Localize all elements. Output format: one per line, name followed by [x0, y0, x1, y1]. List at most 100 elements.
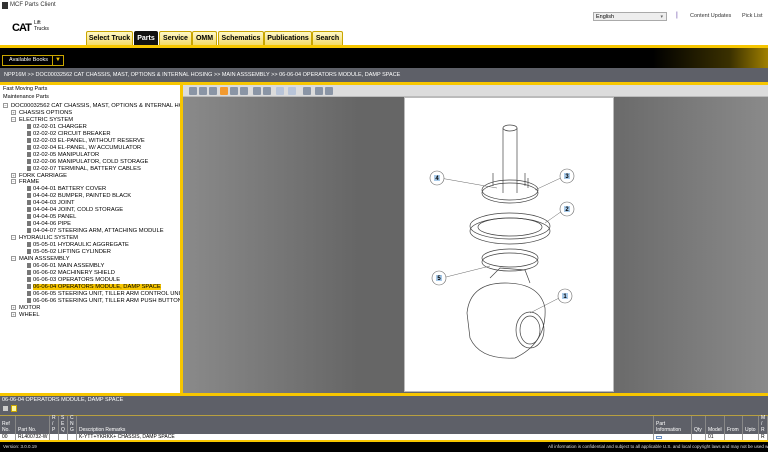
- column-header[interactable]: M / R: [759, 415, 768, 434]
- tab-publications[interactable]: Publications: [264, 31, 312, 46]
- part-info-icon[interactable]: [656, 436, 662, 439]
- tree-item[interactable]: 02-02-07 TERMINAL, BATTERY CABLES: [27, 165, 141, 173]
- column-header[interactable]: R / P: [50, 415, 59, 434]
- document-icon[interactable]: [27, 151, 31, 157]
- document-icon[interactable]: [27, 130, 31, 136]
- tree-item[interactable]: 04-04-06 PIPE: [27, 221, 71, 228]
- column-header[interactable]: Upto: [743, 416, 759, 434]
- column-header[interactable]: Part Information: [654, 416, 692, 434]
- zoom-area-icon[interactable]: [240, 87, 248, 95]
- print-icon[interactable]: [3, 406, 8, 411]
- zoom-fit-icon[interactable]: [189, 87, 197, 95]
- tab-search[interactable]: Search: [312, 31, 343, 46]
- document-icon[interactable]: [27, 207, 31, 213]
- tree-item[interactable]: 02-02-06 MANIPULATOR, COLD STORAGE: [27, 158, 148, 166]
- tree-item[interactable]: − ELECTRIC SYSTEM: [11, 116, 73, 124]
- tree-item[interactable]: 02-02-03 EL-PANEL, WITHOUT RESERVE: [27, 137, 145, 145]
- save-icon[interactable]: [263, 87, 271, 95]
- tree-item[interactable]: 02-02-05 MANIPULATOR: [27, 151, 99, 159]
- document-icon[interactable]: [27, 248, 31, 254]
- maintenance-parts-link[interactable]: Maintenance Parts: [3, 94, 49, 100]
- tree-item[interactable]: + CHASSIS OPTIONS: [11, 109, 72, 117]
- tree-item[interactable]: 06-06-04 OPERATORS MODULE, DAMP SPACE: [27, 283, 161, 291]
- column-header[interactable]: Ref No.: [0, 416, 16, 434]
- document-icon[interactable]: [27, 221, 31, 227]
- document-icon[interactable]: [27, 228, 31, 234]
- tab-select-truck[interactable]: Select Truck: [86, 31, 133, 46]
- exploded-drawing[interactable]: 1 2 3 4 5: [404, 97, 614, 392]
- callout-1[interactable]: 1: [557, 288, 573, 304]
- tree-item[interactable]: + WHEEL: [11, 311, 40, 319]
- tab-omm[interactable]: OMM: [192, 31, 217, 46]
- collapse-icon[interactable]: −: [11, 235, 16, 241]
- expand-icon[interactable]: +: [11, 109, 16, 115]
- pan-icon[interactable]: [220, 87, 228, 95]
- column-header[interactable]: Qty: [692, 416, 706, 434]
- collapse-icon[interactable]: −: [3, 103, 8, 108]
- tree-item[interactable]: 02-02-01 CHARGER: [27, 123, 87, 131]
- collapse-icon[interactable]: −: [11, 255, 16, 261]
- tree-item[interactable]: 06-06-01 MAIN ASSEMBLY: [27, 262, 104, 270]
- tree-item[interactable]: − FRAME: [11, 179, 39, 186]
- tab-schematics[interactable]: Schematics: [218, 31, 264, 46]
- available-books-dropdown[interactable]: Available Books ▼: [2, 55, 64, 66]
- document-icon[interactable]: [27, 297, 31, 303]
- fit-width-icon[interactable]: [199, 87, 207, 95]
- content-updates-link[interactable]: Content Updates: [690, 13, 731, 19]
- document-icon[interactable]: [27, 262, 31, 268]
- callout-3[interactable]: 3: [559, 168, 575, 184]
- tree-item[interactable]: 06-06-03 OPERATORS MODULE: [27, 276, 120, 284]
- document-icon[interactable]: [27, 200, 31, 206]
- document-icon[interactable]: [27, 276, 31, 282]
- document-icon[interactable]: [27, 269, 31, 275]
- expand-icon[interactable]: +: [11, 172, 16, 178]
- document-icon[interactable]: [27, 214, 31, 220]
- tree-item[interactable]: 02-02-04 EL-PANEL, W/ ACCUMULATOR: [27, 144, 141, 152]
- tree-item[interactable]: 04-04-02 BUMPER, PAINTED BLACK: [27, 193, 131, 200]
- forward-icon[interactable]: [288, 87, 296, 95]
- tab-parts[interactable]: Parts: [134, 31, 158, 46]
- collapse-icon[interactable]: −: [11, 116, 16, 122]
- document-icon[interactable]: [27, 165, 31, 171]
- callout-4[interactable]: 4: [429, 170, 445, 186]
- document-icon[interactable]: [27, 137, 31, 143]
- column-header[interactable]: S E Q: [59, 415, 68, 434]
- expand-icon[interactable]: +: [11, 304, 16, 310]
- tree-item[interactable]: + FORK CARRIAGE: [11, 172, 67, 180]
- navigate-icon[interactable]: [325, 87, 333, 95]
- fast-moving-parts-link[interactable]: Fast Moving Parts: [3, 86, 47, 92]
- note-icon[interactable]: [11, 405, 17, 412]
- column-header[interactable]: C N G: [68, 415, 77, 434]
- tree-item[interactable]: 06-06-02 MACHINERY SHIELD: [27, 269, 115, 277]
- tree-item[interactable]: − HYDRAULIC SYSTEM: [11, 235, 78, 242]
- tree-item[interactable]: 06-06-06 STEERING UNIT, TILLER ARM PUSH …: [27, 297, 180, 305]
- column-header[interactable]: From: [725, 416, 743, 434]
- zoom-in-icon[interactable]: [230, 87, 238, 95]
- tab-service[interactable]: Service: [159, 31, 192, 46]
- callout-2[interactable]: 2: [559, 201, 575, 217]
- column-header[interactable]: Part No.: [16, 416, 50, 434]
- tree-item[interactable]: 04-04-07 STEERING ARM, ATTACHING MODULE: [27, 228, 164, 235]
- document-icon[interactable]: [27, 158, 31, 164]
- callout-5[interactable]: 5: [431, 270, 447, 286]
- document-icon[interactable]: [27, 242, 31, 247]
- tree-item[interactable]: 02-02-02 CIRCUIT BREAKER: [27, 130, 111, 138]
- tree-item[interactable]: 05-05-01 HYDRAULIC AGGREGATE: [27, 242, 129, 249]
- language-select[interactable]: English ▾: [593, 12, 667, 21]
- tree-item[interactable]: 04-04-05 PANEL: [27, 214, 76, 221]
- tree-item[interactable]: 04-04-04 JOINT, COLD STORAGE: [27, 207, 123, 214]
- document-icon[interactable]: [27, 186, 31, 192]
- tree-item[interactable]: 04-04-01 BATTERY COVER: [27, 186, 106, 193]
- tree-item[interactable]: 05-05-02 LIFTING CYLINDER: [27, 248, 111, 256]
- tree-item[interactable]: − MAIN ASSSEMBLY: [11, 255, 69, 263]
- home-icon[interactable]: [303, 87, 311, 95]
- column-header[interactable]: Model: [706, 416, 725, 434]
- document-icon[interactable]: [27, 283, 31, 289]
- tree-item[interactable]: 04-04-03 JOINT: [27, 200, 75, 207]
- document-icon[interactable]: [27, 123, 31, 129]
- print-icon[interactable]: [253, 87, 261, 95]
- export-icon[interactable]: [315, 87, 323, 95]
- tree-item[interactable]: − DOC00032562 CAT CHASSIS, MAST, OPTIONS …: [3, 103, 180, 110]
- tree-item[interactable]: 06-06-05 STEERING UNIT, TILLER ARM CONTR…: [27, 290, 180, 298]
- fit-page-icon[interactable]: [209, 87, 217, 95]
